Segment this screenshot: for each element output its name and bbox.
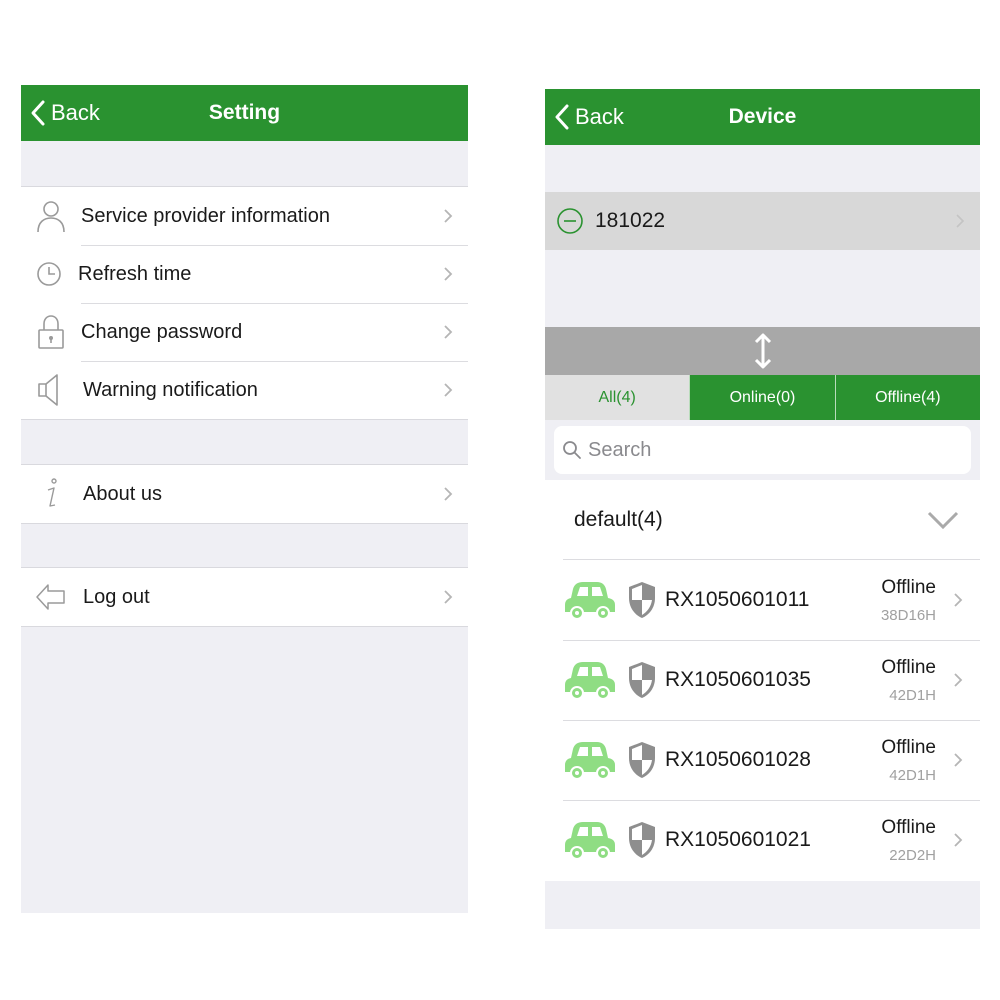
shield-icon (629, 662, 655, 698)
tab-offline[interactable]: Offline(4) (834, 375, 980, 420)
resize-handle[interactable] (545, 327, 980, 375)
offline-duration: 42D1H (889, 686, 936, 704)
back-label: Back (51, 100, 100, 125)
lock-icon (21, 303, 81, 361)
chevron-right-icon (428, 187, 468, 245)
chevron-left-icon (555, 104, 569, 130)
status-column: Offline 42D1H (866, 737, 936, 784)
selected-device-row[interactable]: 181022 (545, 192, 980, 250)
device-filter-tabs: All(4) Online(0) Offline(4) (545, 375, 980, 420)
device-screen: Back Device 181022 All(4) Online(0) Offl… (545, 89, 980, 929)
search-box[interactable] (554, 426, 971, 474)
change-password-label: Change password (81, 320, 243, 343)
warning-notification-label: Warning notification (83, 378, 258, 401)
refresh-time-row[interactable]: Refresh time (21, 245, 468, 303)
device-id: RX1050601011 (665, 588, 810, 611)
log-out-label: Log out (83, 585, 150, 608)
offline-duration: 42D1H (889, 766, 936, 784)
chevron-right-icon (428, 568, 468, 626)
device-navbar: Back Device (545, 89, 980, 145)
chevron-right-icon (428, 303, 468, 361)
person-icon (21, 187, 81, 245)
back-button[interactable]: Back (29, 85, 100, 141)
status-label: Offline (881, 816, 936, 838)
service-provider-row[interactable]: Service provider information (21, 187, 468, 245)
settings-group-logout: Log out (21, 567, 468, 627)
offline-duration: 22D2H (889, 846, 936, 864)
clock-icon (21, 245, 81, 303)
chevron-right-icon (936, 560, 980, 640)
car-icon (565, 662, 615, 700)
setting-screen: Back Setting Service provider informatio… (21, 85, 468, 913)
log-out-row[interactable]: Log out (21, 568, 468, 626)
device-id: RX1050601028 (665, 748, 811, 771)
list-item[interactable]: RX1050601028 Offline 42D1H (545, 720, 980, 800)
status-label: Offline (881, 576, 936, 598)
back-label: Back (575, 104, 624, 129)
vertical-resize-icon (754, 333, 771, 369)
chevron-right-icon (428, 361, 468, 419)
shield-icon (629, 582, 655, 618)
status-label: Offline (881, 736, 936, 758)
refresh-time-label: Refresh time (78, 262, 192, 285)
device-id: RX1050601035 (665, 668, 811, 691)
chevron-down-icon[interactable] (926, 510, 960, 530)
change-password-row[interactable]: Change password (21, 303, 468, 361)
list-item[interactable]: RX1050601011 Offline 38D16H (545, 560, 980, 640)
car-icon (565, 582, 615, 620)
info-icon (21, 465, 81, 523)
shield-icon (629, 742, 655, 778)
service-provider-label: Service provider information (81, 204, 330, 227)
status-label: Offline (881, 656, 936, 678)
chevron-right-icon (936, 800, 980, 880)
back-button[interactable]: Back (553, 89, 624, 145)
car-icon (565, 822, 615, 860)
list-item[interactable]: RX1050601021 Offline 22D2H (545, 800, 980, 880)
warning-notification-row[interactable]: Warning notification (21, 361, 468, 419)
about-us-row[interactable]: About us (21, 465, 468, 523)
search-input[interactable] (588, 438, 928, 462)
offline-duration: 38D16H (880, 606, 936, 624)
collapse-circle-icon[interactable] (557, 208, 583, 234)
chevron-right-icon (936, 640, 980, 720)
status-column: Offline 38D16H (866, 577, 936, 624)
chevron-right-icon (428, 465, 468, 523)
group-header-default[interactable]: default(4) (545, 480, 980, 560)
status-column: Offline 42D1H (866, 657, 936, 704)
chevron-right-icon (428, 245, 468, 303)
chevron-right-icon (936, 720, 980, 800)
device-id: RX1050601021 (665, 828, 811, 851)
about-us-label: About us (83, 482, 162, 505)
tab-all[interactable]: All(4) (545, 375, 690, 420)
speaker-icon (21, 361, 81, 419)
tab-online[interactable]: Online(0) (689, 375, 835, 420)
chevron-left-icon (31, 100, 45, 126)
device-list: default(4) RX1050601011 Offline 38D16H R… (545, 480, 980, 881)
settings-group-about: About us (21, 464, 468, 524)
shield-icon (629, 822, 655, 858)
status-column: Offline 22D2H (866, 817, 936, 864)
car-icon (565, 742, 615, 780)
logout-arrow-icon (21, 568, 81, 626)
search-bar (545, 420, 980, 480)
list-item[interactable]: RX1050601035 Offline 42D1H (545, 640, 980, 720)
selected-device-label: 181022 (595, 209, 666, 232)
chevron-right-icon (940, 192, 980, 250)
search-icon (563, 441, 581, 459)
setting-navbar: Back Setting (21, 85, 468, 141)
settings-group-main: Service provider information Refresh tim… (21, 186, 468, 420)
group-title: default(4) (574, 508, 663, 531)
